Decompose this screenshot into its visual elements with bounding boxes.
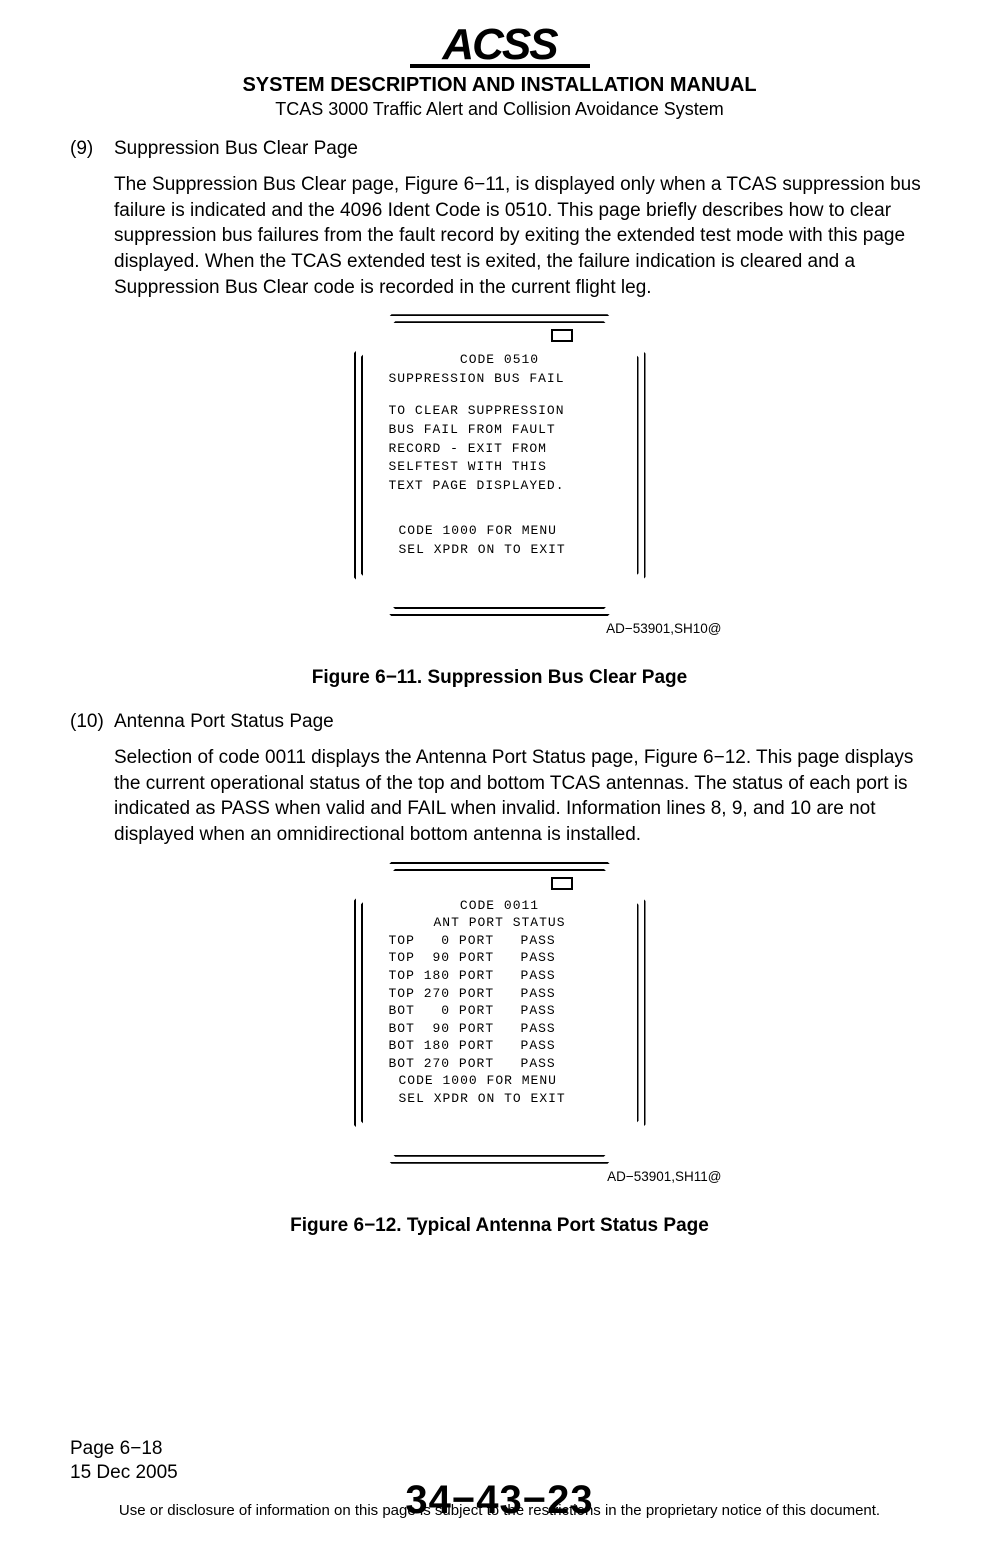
header-logo-block: ACSS bbox=[70, 20, 929, 68]
f12-line7: BOT 0 PORT PASS bbox=[389, 1002, 611, 1020]
display-panel-1: CODE 0510 SUPPRESSION BUS FAIL TO CLEAR … bbox=[354, 314, 646, 616]
figure-12-caption: Figure 6−12. Typical Antenna Port Status… bbox=[70, 1215, 929, 1237]
footer-docnum: 34−43−23 bbox=[405, 1478, 593, 1523]
f11-line3: TO CLEAR SUPPRESSION bbox=[389, 402, 611, 421]
f12-line12: SEL XPDR ON TO EXIT bbox=[389, 1090, 611, 1108]
section-10-heading: (10) Antenna Port Status Page bbox=[70, 711, 929, 733]
f11-line1: CODE 0510 bbox=[389, 351, 611, 370]
section-9-number: (9) bbox=[70, 138, 114, 160]
figure-11-caption: Figure 6−11. Suppression Bus Clear Page bbox=[70, 667, 929, 689]
screen-text-2: CODE 0011 ANT PORT STATUS TOP 0 PORT PAS… bbox=[389, 897, 611, 1108]
f12-line4: TOP 90 PORT PASS bbox=[389, 949, 611, 967]
f11-line9: SEL XPDR ON TO EXIT bbox=[389, 541, 611, 560]
display-bezel-outer: CODE 0510 SUPPRESSION BUS FAIL TO CLEAR … bbox=[354, 314, 646, 616]
f12-line5: TOP 180 PORT PASS bbox=[389, 967, 611, 985]
f12-line1: CODE 0011 bbox=[389, 897, 611, 915]
doc-title: SYSTEM DESCRIPTION AND INSTALLATION MANU… bbox=[70, 74, 929, 97]
section-9-heading: (9) Suppression Bus Clear Page bbox=[70, 138, 929, 160]
f12-line2: ANT PORT STATUS bbox=[389, 914, 611, 932]
f11-line4: BUS FAIL FROM FAULT bbox=[389, 421, 611, 440]
display-bezel-inner-2: CODE 0011 ANT PORT STATUS TOP 0 PORT PAS… bbox=[361, 869, 639, 1157]
section-10-number: (10) bbox=[70, 711, 114, 733]
display-bezel-inner: CODE 0510 SUPPRESSION BUS FAIL TO CLEAR … bbox=[361, 321, 639, 609]
figure-11-ref: AD−53901,SH10@ bbox=[606, 621, 721, 636]
display-panel-2: CODE 0011 ANT PORT STATUS TOP 0 PORT PAS… bbox=[354, 862, 646, 1164]
figure-6-12: CODE 0011 ANT PORT STATUS TOP 0 PORT PAS… bbox=[70, 862, 929, 1187]
section-10-title: Antenna Port Status Page bbox=[114, 711, 334, 733]
footer-page: Page 6−18 bbox=[70, 1437, 178, 1462]
f11-line8: CODE 1000 FOR MENU bbox=[389, 522, 611, 541]
f11-line5: RECORD - EXIT FROM bbox=[389, 440, 611, 459]
section-9-body: The Suppression Bus Clear page, Figure 6… bbox=[114, 172, 929, 300]
footer-date: 15 Dec 2005 bbox=[70, 1461, 178, 1486]
figure-12-ref: AD−53901,SH11@ bbox=[607, 1169, 721, 1184]
f12-line11: CODE 1000 FOR MENU bbox=[389, 1072, 611, 1090]
footer-left: Page 6−18 15 Dec 2005 bbox=[70, 1437, 178, 1486]
display-bezel-outer-2: CODE 0011 ANT PORT STATUS TOP 0 PORT PAS… bbox=[354, 862, 646, 1164]
logo-text: ACSS bbox=[442, 20, 556, 70]
section-9-title: Suppression Bus Clear Page bbox=[114, 138, 358, 160]
f11-line7: TEXT PAGE DISPLAYED. bbox=[389, 477, 611, 496]
doc-subtitle: TCAS 3000 Traffic Alert and Collision Av… bbox=[70, 99, 929, 120]
figure-6-11: CODE 0510 SUPPRESSION BUS FAIL TO CLEAR … bbox=[70, 314, 929, 639]
connector-icon bbox=[551, 329, 573, 342]
f12-line8: BOT 90 PORT PASS bbox=[389, 1020, 611, 1038]
f11-line2: SUPPRESSION BUS FAIL bbox=[389, 370, 611, 389]
section-10-body: Selection of code 0011 displays the Ante… bbox=[114, 745, 929, 848]
f12-line6: TOP 270 PORT PASS bbox=[389, 985, 611, 1003]
page-footer: Page 6−18 15 Dec 2005 34−43−23 Use or di… bbox=[70, 1437, 929, 1519]
f11-line6: SELFTEST WITH THIS bbox=[389, 458, 611, 477]
f12-line3: TOP 0 PORT PASS bbox=[389, 932, 611, 950]
f12-line10: BOT 270 PORT PASS bbox=[389, 1055, 611, 1073]
f12-line9: BOT 180 PORT PASS bbox=[389, 1037, 611, 1055]
connector-icon-2 bbox=[551, 877, 573, 890]
screen-text-1: CODE 0510 SUPPRESSION BUS FAIL TO CLEAR … bbox=[389, 351, 611, 560]
